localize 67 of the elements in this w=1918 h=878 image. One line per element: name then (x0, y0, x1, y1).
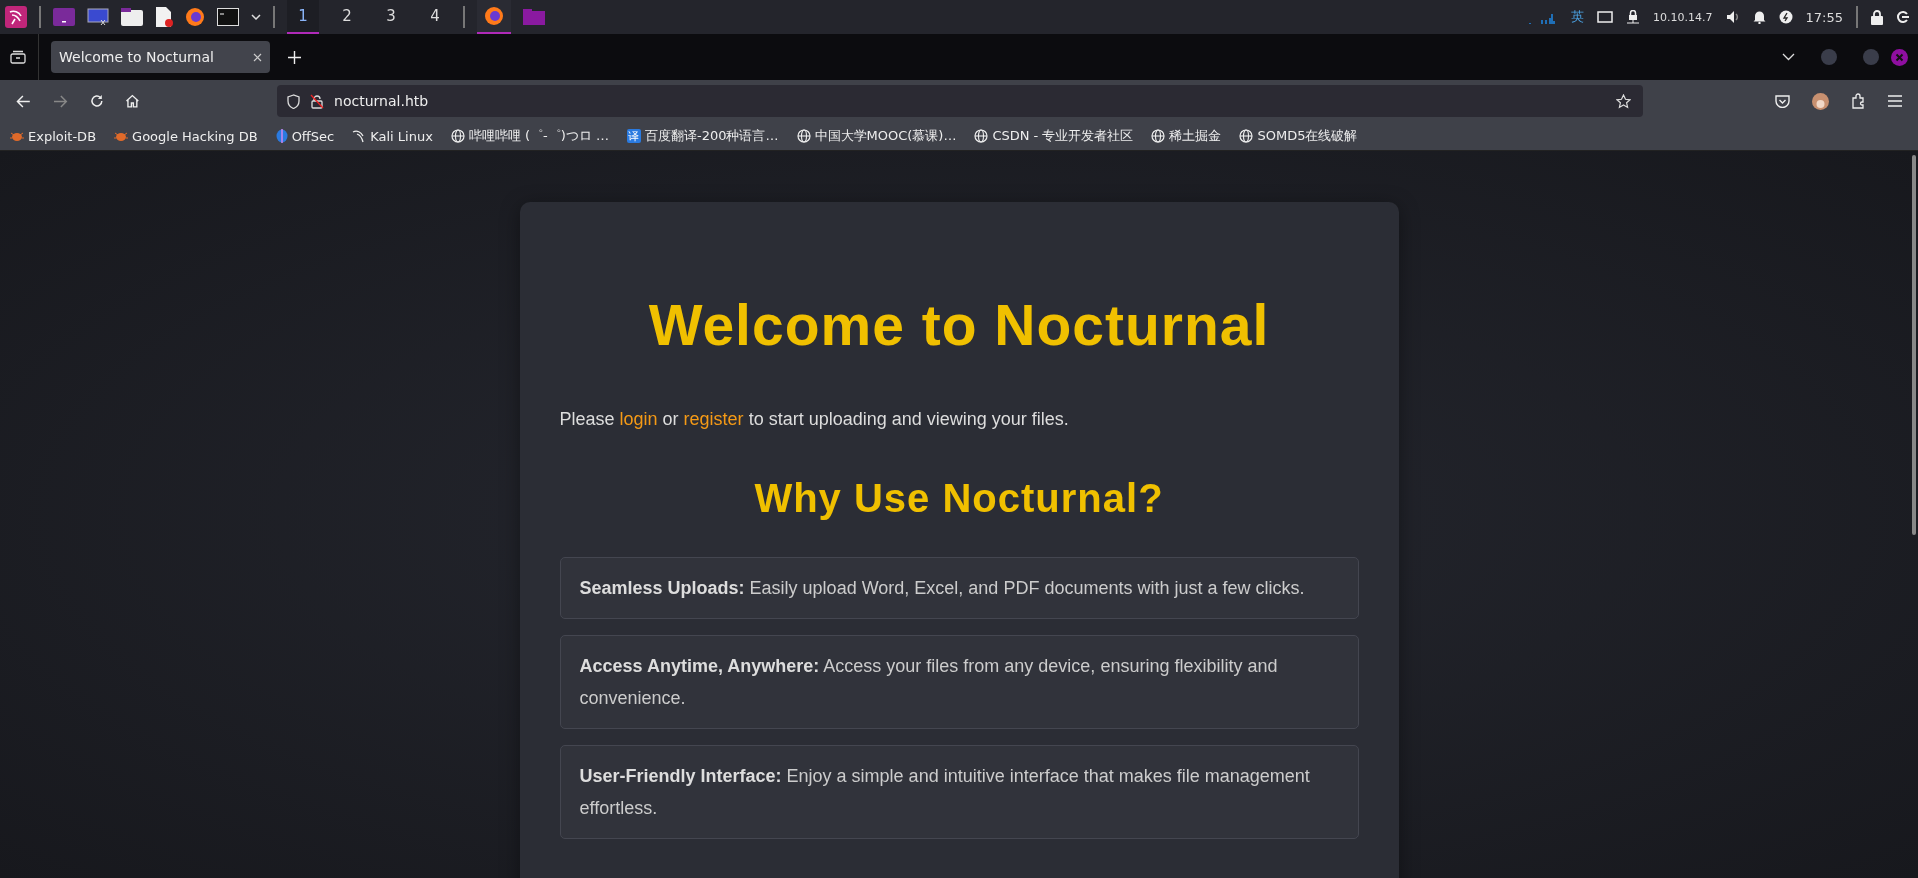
puzzle-icon[interactable] (1851, 93, 1867, 109)
shield-icon[interactable] (287, 93, 301, 109)
workspace-button[interactable]: 4 (419, 0, 451, 34)
intro-text: Please login or register to start uploading and viewing your files. (559, 408, 1070, 430)
power-icon[interactable] (1778, 10, 1793, 24)
chevron-down-icon[interactable] (1782, 53, 1795, 61)
page-heading: Welcome to Nocturnal (647, 294, 1271, 357)
section-heading: Why Use Nocturnal? (753, 475, 1165, 521)
text-link[interactable]: login (619, 408, 658, 429)
input-method-indicator[interactable]: 英 (1571, 8, 1585, 26)
bug-icon (10, 130, 24, 142)
terminal-icon[interactable] (217, 8, 239, 26)
forward-arrow-icon[interactable] (52, 94, 68, 108)
globe-icon (974, 129, 989, 143)
bell-icon[interactable] (1752, 10, 1766, 24)
avatar-icon[interactable] (1812, 92, 1830, 110)
feature-text: Seamless Uploads: Easily upload Word, Excel, and PDF documents with just a few clicks. (579, 576, 1306, 600)
workspace-button[interactable]: 1 (287, 0, 319, 34)
back-arrow-icon[interactable] (16, 94, 31, 108)
insecure-lock-icon[interactable] (310, 93, 325, 109)
close-icon[interactable] (253, 52, 262, 62)
reload-icon[interactable] (89, 94, 104, 108)
bookmark-link[interactable]: Google Hacking DB (114, 128, 258, 144)
globe-icon (1239, 129, 1254, 143)
logout-icon[interactable] (1896, 10, 1910, 24)
bookmark-star-icon[interactable] (1616, 93, 1632, 109)
feature-text: User-Friendly Interface: Enjoy a simple and intuitive interface that makes file management effortless. (579, 764, 1311, 820)
ip-address: 10.10.14.7 (1653, 10, 1713, 24)
bookmark-link[interactable]: 译 百度翻译-200种语言… (627, 127, 779, 145)
address-bar[interactable]: nocturnal.htb (277, 85, 1644, 117)
bookmark-link[interactable]: SOMD5在线破解 (1239, 127, 1358, 145)
document-edit-icon[interactable] (155, 6, 173, 28)
text-link[interactable]: register (683, 408, 744, 429)
close-window-button[interactable] (1891, 48, 1908, 66)
bug-icon (114, 130, 129, 142)
home-icon[interactable] (125, 94, 141, 108)
monitor-icon[interactable] (1597, 10, 1614, 24)
tab-list-icon[interactable] (10, 50, 26, 64)
new-tab-icon[interactable] (288, 50, 301, 64)
bookmark-link[interactable]: OffSec (275, 128, 335, 144)
firefox-task[interactable] (477, 0, 511, 34)
globe-icon (450, 129, 465, 143)
feature-text: Access Anytime, Anywhere: Access your files from any device, ensuring flexibility and convenience. (579, 654, 1279, 710)
globe-icon (1151, 129, 1166, 143)
bookmark-link[interactable]: 中国大学MOOC(慕课)… (796, 127, 957, 145)
folder-icon[interactable] (121, 8, 143, 26)
browser-tab[interactable]: Welcome to Nocturnal (51, 41, 270, 73)
speaker-icon[interactable] (1725, 10, 1740, 24)
clock[interactable]: 17:55 (1805, 9, 1843, 25)
firefox-icon[interactable] (484, 6, 504, 26)
network-icon[interactable] (1626, 10, 1641, 24)
globe-icon (796, 129, 811, 143)
bookmark-link[interactable]: 稀土掘金 (1151, 127, 1222, 145)
workspace-button[interactable]: 3 (375, 0, 407, 34)
bookmark-link[interactable]: 哔哩哔哩 (゜-゜)つロ … (450, 127, 609, 145)
firefox-icon[interactable] (185, 7, 205, 27)
scrollbar-thumb[interactable] (1912, 155, 1916, 535)
translate-icon: 译 (627, 129, 641, 143)
menu-icon[interactable] (1888, 95, 1903, 107)
workspace-button[interactable]: 2 (331, 0, 363, 34)
bookmark-link[interactable]: CSDN - 专业开发者社区 (974, 127, 1134, 145)
chevron-down-icon[interactable] (251, 14, 261, 20)
bookmark-link[interactable]: Exploit-DB (10, 128, 97, 144)
lock-icon[interactable] (1871, 9, 1883, 25)
bookmark-link[interactable]: Kali Linux (352, 128, 433, 144)
screenshot-icon[interactable] (87, 8, 109, 26)
pocket-icon[interactable] (1775, 94, 1791, 108)
